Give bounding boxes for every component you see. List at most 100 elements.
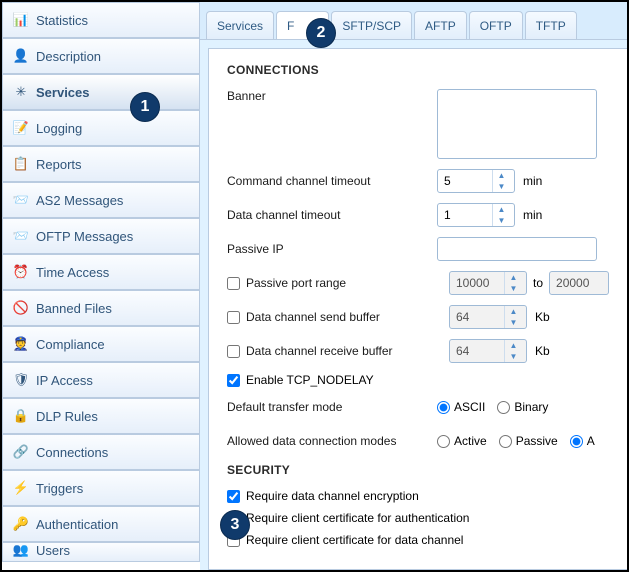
spinner-up-icon[interactable]: ▲ — [493, 204, 510, 215]
sidebar-item-logging[interactable]: 📝 Logging — [2, 110, 200, 146]
services-icon: ✳ — [13, 84, 29, 100]
sidebar-item-statistics[interactable]: 📊 Statistics — [2, 2, 200, 38]
banned-files-icon: 🚫 — [13, 300, 29, 316]
spinner-up-icon[interactable]: ▲ — [505, 272, 522, 283]
sidebar-item-services[interactable]: ✳ Services — [2, 74, 200, 110]
passive-ip-input[interactable] — [437, 237, 597, 261]
sidebar-item-label: Users — [36, 543, 70, 558]
spinner-down-icon[interactable]: ▼ — [505, 351, 522, 362]
sidebar-item-as2-messages[interactable]: 📨 AS2 Messages — [2, 182, 200, 218]
dlp-rules-icon: 🔒 — [13, 408, 29, 424]
sidebar-item-label: Statistics — [36, 13, 88, 28]
passive-port-max-input[interactable] — [556, 276, 600, 290]
passive-port-min-input[interactable] — [456, 276, 504, 290]
send-buffer-label: Data channel send buffer — [246, 310, 380, 324]
section-connections-title: CONNECTIONS — [227, 63, 627, 77]
spinner-up-icon[interactable]: ▲ — [505, 340, 522, 351]
logging-icon: 📝 — [13, 120, 29, 136]
tab-oftp[interactable]: OFTP — [469, 11, 523, 39]
banner-input[interactable] — [437, 89, 597, 159]
sidebar-item-label: Services — [36, 85, 90, 100]
passive-port-range-checkbox[interactable] — [227, 277, 240, 290]
tab-tftp[interactable]: TFTP — [525, 11, 577, 39]
conn-mode-passive-radio[interactable] — [499, 435, 512, 448]
sidebar-item-compliance[interactable]: 👮 Compliance — [2, 326, 200, 362]
spinner-down-icon[interactable]: ▼ — [493, 215, 510, 226]
send-buffer-checkbox[interactable] — [227, 311, 240, 324]
recv-buffer-label: Data channel receive buffer — [246, 344, 393, 358]
spinner-down-icon[interactable]: ▼ — [493, 181, 510, 192]
sidebar-item-label: Logging — [36, 121, 82, 136]
annotation-marker-3: 3 — [220, 510, 250, 540]
require-encryption-checkbox[interactable] — [227, 490, 240, 503]
sidebar-item-label: OFTP Messages — [36, 229, 133, 244]
compliance-icon: 👮 — [13, 336, 29, 352]
transfer-mode-group: ASCII Binary — [437, 400, 548, 414]
sidebar-item-dlp-rules[interactable]: 🔒 DLP Rules — [2, 398, 200, 434]
sidebar-item-ip-access[interactable]: 🛡 IP Access — [2, 362, 200, 398]
sidebar-item-label: Connections — [36, 445, 108, 460]
tcp-nodelay-checkbox[interactable] — [227, 374, 240, 387]
require-encryption-label: Require data channel encryption — [246, 489, 419, 503]
radio-label: ASCII — [454, 400, 485, 414]
cmd-timeout-input[interactable] — [444, 174, 492, 188]
spinner-up-icon[interactable]: ▲ — [505, 306, 522, 317]
send-buffer-unit: Kb — [535, 310, 550, 324]
statistics-icon: 📊 — [13, 12, 29, 28]
sidebar-item-time-access[interactable]: ⏰ Time Access — [2, 254, 200, 290]
data-timeout-unit: min — [523, 208, 542, 222]
sidebar: 📊 Statistics 👤 Description ✳ Services 📝 … — [2, 2, 200, 570]
sidebar-item-authentication[interactable]: 🔑 Authentication — [2, 506, 200, 542]
passive-ip-label: Passive IP — [227, 242, 437, 256]
sidebar-item-label: AS2 Messages — [36, 193, 123, 208]
radio-label: Active — [454, 434, 487, 448]
transfer-mode-ascii-radio[interactable] — [437, 401, 450, 414]
annotation-marker-2: 2 — [306, 18, 336, 48]
spinner-up-icon[interactable]: ▲ — [493, 170, 510, 181]
tab-aftp[interactable]: AFTP — [414, 11, 467, 39]
description-icon: 👤 — [13, 48, 29, 64]
sidebar-item-reports[interactable]: 📋 Reports — [2, 146, 200, 182]
conn-modes-group: Active Passive A — [437, 434, 595, 448]
sidebar-item-label: Time Access — [36, 265, 109, 280]
sidebar-item-oftp-messages[interactable]: 📨 OFTP Messages — [2, 218, 200, 254]
data-timeout-spinner[interactable]: ▲▼ — [437, 203, 515, 227]
passive-port-range-label: Passive port range — [246, 276, 346, 290]
send-buffer-spinner[interactable]: ▲▼ — [449, 305, 527, 329]
send-buffer-input[interactable] — [456, 310, 504, 324]
sidebar-item-triggers[interactable]: ⚡ Triggers — [2, 470, 200, 506]
sidebar-item-users[interactable]: 👥 Users — [2, 542, 200, 562]
section-security-title: SECURITY — [227, 463, 627, 477]
sidebar-item-label: Banned Files — [36, 301, 112, 316]
main-panel: Services F SFTP/SCP AFTP OFTP TFTP CONNE… — [200, 2, 627, 570]
triggers-icon: ⚡ — [13, 480, 29, 496]
spinner-down-icon[interactable]: ▼ — [505, 283, 522, 294]
passive-port-min-spinner[interactable]: ▲▼ — [449, 271, 527, 295]
data-timeout-input[interactable] — [444, 208, 492, 222]
require-cert-data-label: Require client certificate for data chan… — [246, 533, 463, 547]
radio-label: A — [587, 434, 595, 448]
recv-buffer-spinner[interactable]: ▲▼ — [449, 339, 527, 363]
range-to-label: to — [533, 276, 543, 290]
transfer-mode-label: Default transfer mode — [227, 400, 437, 414]
conn-mode-active-radio[interactable] — [437, 435, 450, 448]
sidebar-item-description[interactable]: 👤 Description — [2, 38, 200, 74]
sidebar-item-label: Authentication — [36, 517, 118, 532]
recv-buffer-checkbox[interactable] — [227, 345, 240, 358]
recv-buffer-unit: Kb — [535, 344, 550, 358]
conn-mode-all-radio[interactable] — [570, 435, 583, 448]
transfer-mode-binary-radio[interactable] — [497, 401, 510, 414]
tab-services[interactable]: Services — [206, 11, 274, 39]
sidebar-item-banned-files[interactable]: 🚫 Banned Files — [2, 290, 200, 326]
tab-sftp-scp[interactable]: SFTP/SCP — [331, 11, 412, 39]
tcp-nodelay-label: Enable TCP_NODELAY — [246, 373, 374, 387]
passive-port-max-spinner[interactable] — [549, 271, 609, 295]
sidebar-item-connections[interactable]: 🔗 Connections — [2, 434, 200, 470]
sidebar-item-label: Reports — [36, 157, 82, 172]
recv-buffer-input[interactable] — [456, 344, 504, 358]
cmd-timeout-spinner[interactable]: ▲▼ — [437, 169, 515, 193]
tab-label: F — [287, 19, 294, 33]
spinner-down-icon[interactable]: ▼ — [505, 317, 522, 328]
content-area: CONNECTIONS Banner Command channel timeo… — [208, 48, 627, 570]
sidebar-item-label: Description — [36, 49, 101, 64]
